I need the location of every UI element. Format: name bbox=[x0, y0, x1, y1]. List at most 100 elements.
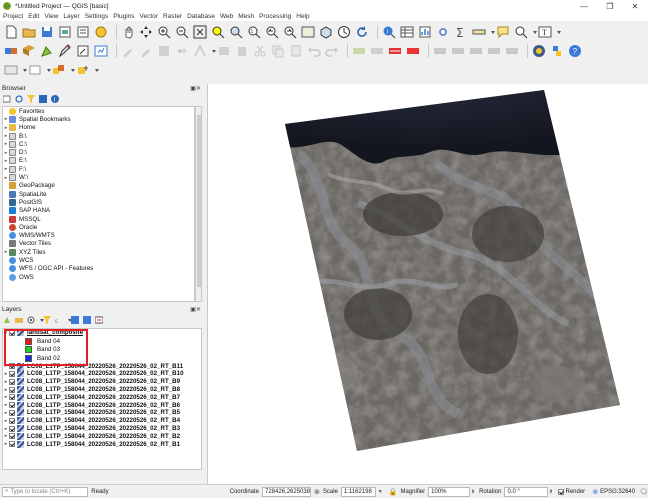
layer-name[interactable]: LC08_L1TP_158044_20220526_20220526_02_RT… bbox=[27, 425, 180, 432]
layer-visibility-checkbox[interactable] bbox=[9, 409, 15, 416]
new-print-layout-icon[interactable] bbox=[58, 25, 72, 39]
python-console-icon[interactable] bbox=[532, 44, 546, 58]
browser-item[interactable]: GeoPackage bbox=[3, 182, 194, 190]
browser-item[interactable]: WFS / OGC API - Features bbox=[3, 265, 194, 273]
browser-item[interactable]: ▸ D:\ bbox=[3, 148, 194, 157]
layer-row[interactable]: ▸ LC08_L1TP_158044_20220526_20220526_02_R… bbox=[3, 393, 201, 401]
browser-item[interactable]: ▸ F:\ bbox=[3, 165, 194, 173]
copy-features-icon[interactable] bbox=[271, 44, 285, 58]
render-checkbox[interactable] bbox=[558, 488, 564, 495]
layer-row[interactable]: ▸ LC08_L1TP_158044_20220526_20220526_02_R… bbox=[3, 409, 201, 417]
layer-name[interactable]: LC08_L1TP_158044_20220526_20220526_02_RT… bbox=[27, 378, 180, 385]
browser-item[interactable]: ▸ W:\ bbox=[3, 173, 194, 182]
open-project-icon[interactable] bbox=[22, 25, 36, 39]
extents-toggle-icon[interactable]: ⊗ bbox=[314, 488, 320, 496]
current-edits-icon[interactable] bbox=[121, 44, 135, 58]
layer-name[interactable]: LC08_L1TP_158044_20220526_20220526_02_RT… bbox=[27, 402, 180, 409]
browser-item[interactable]: WCS bbox=[3, 256, 194, 264]
browser-item[interactable]: WMS/WMTS bbox=[3, 231, 194, 240]
pan-map-icon[interactable] bbox=[121, 25, 135, 39]
layer-visibility-checkbox[interactable] bbox=[9, 441, 15, 448]
map-tips-icon[interactable] bbox=[496, 25, 510, 39]
menu-database[interactable]: Database bbox=[187, 13, 215, 20]
browser-properties-icon[interactable]: i bbox=[51, 95, 59, 103]
layer-name[interactable]: LC08_L1TP_158044_20220526_20220526_02_RT… bbox=[27, 433, 180, 440]
deselect-features-icon[interactable] bbox=[76, 63, 90, 77]
new-map-view-icon[interactable] bbox=[301, 25, 315, 39]
change-label-icon[interactable] bbox=[469, 44, 483, 58]
select-by-value-icon[interactable] bbox=[52, 63, 66, 77]
minimize-button[interactable]: — bbox=[571, 0, 597, 12]
temporal-controller-icon[interactable] bbox=[337, 25, 351, 39]
layer-name[interactable]: LC08_L1TP_158044_20220526_20220526_02_RT… bbox=[27, 441, 180, 448]
layer-name[interactable]: LC08_L1TP_158044_20220526_20220526_02_RT… bbox=[27, 394, 180, 401]
magnifier-spin-arrows-icon[interactable]: ⬍ bbox=[471, 489, 475, 495]
browser-item[interactable]: ▸ E:\ bbox=[3, 157, 194, 165]
select-features-icon[interactable] bbox=[28, 63, 42, 77]
menu-project[interactable]: Project bbox=[3, 13, 23, 20]
label-pin-icon[interactable] bbox=[370, 44, 384, 58]
layer-row[interactable]: ▸ LC08_L1TP_158044_20220526_20220526_02_R… bbox=[3, 417, 201, 425]
layer-name[interactable]: LC08_L1TP_158044_20220526_20220526_02_RT… bbox=[27, 386, 180, 393]
layer-row[interactable]: ▸ LC08_L1TP_158044_20220526_20220526_02_R… bbox=[3, 432, 201, 440]
menu-edit[interactable]: Edit bbox=[28, 13, 39, 20]
save-edits-icon[interactable] bbox=[157, 44, 171, 58]
show-bookmarks-icon[interactable] bbox=[514, 25, 528, 39]
zoom-out-icon[interactable] bbox=[175, 25, 189, 39]
layer-visibility-checkbox[interactable] bbox=[9, 417, 15, 424]
move-label-icon[interactable] bbox=[433, 44, 447, 58]
open-layer-styling-icon[interactable] bbox=[3, 316, 11, 324]
map-canvas[interactable] bbox=[207, 84, 648, 484]
layer-visibility-checkbox[interactable] bbox=[9, 433, 15, 440]
panel-float-close-buttons[interactable]: ▣✕ bbox=[190, 306, 201, 313]
maximize-button[interactable]: ❐ bbox=[597, 0, 623, 12]
paste-features-icon[interactable] bbox=[289, 44, 303, 58]
layer-visibility-checkbox[interactable] bbox=[9, 378, 15, 385]
layer-row[interactable]: ▸ LC08_L1TP_158044_20220526_20220526_02_R… bbox=[3, 401, 201, 409]
layout-manager-icon[interactable] bbox=[76, 25, 90, 39]
rotate-label-icon[interactable] bbox=[451, 44, 465, 58]
pan-to-selection-icon[interactable] bbox=[139, 25, 153, 39]
menu-processing[interactable]: Processing bbox=[259, 13, 291, 20]
toggle-editing-icon[interactable] bbox=[76, 44, 90, 58]
rotation-spin-arrows-icon[interactable]: ⬍ bbox=[549, 489, 553, 495]
label-toolbar-icon[interactable] bbox=[352, 44, 366, 58]
layer-visibility-checkbox[interactable] bbox=[9, 402, 15, 409]
modify-attributes-icon[interactable] bbox=[217, 44, 231, 58]
layer-visibility-checkbox[interactable] bbox=[9, 425, 15, 432]
layer-row[interactable]: ▸ LC08_L1TP_158044_20220526_20220526_02_R… bbox=[3, 378, 201, 386]
layer-visibility-checkbox[interactable] bbox=[9, 386, 15, 393]
menu-vector[interactable]: Vector bbox=[140, 13, 158, 20]
browser-item[interactable]: SAP HANA bbox=[3, 207, 194, 215]
pin-labels-icon[interactable] bbox=[505, 44, 519, 58]
browser-item[interactable]: OWS bbox=[3, 273, 194, 281]
layer-visibility-checkbox[interactable] bbox=[9, 370, 15, 377]
layer-name[interactable]: LC08_L1TP_158044_20220526_20220526_02_RT… bbox=[27, 417, 180, 424]
crs-status[interactable]: EPSG:32640 bbox=[600, 489, 635, 495]
layer-labeling-icon[interactable] bbox=[388, 44, 402, 58]
close-button[interactable]: ✕ bbox=[622, 0, 648, 12]
digitize-icon[interactable] bbox=[58, 44, 72, 58]
browser-item[interactable]: ▸ C:\ bbox=[3, 140, 194, 148]
filter-by-expression-icon[interactable]: ε bbox=[55, 316, 63, 324]
zoom-next-icon[interactable] bbox=[283, 25, 297, 39]
redo-icon[interactable] bbox=[325, 44, 339, 58]
expand-all-icon[interactable] bbox=[71, 316, 79, 324]
layer-row[interactable]: ▸ LC08_L1TP_158044_20220526_20220526_02_R… bbox=[3, 370, 201, 378]
data-source-manager-icon[interactable] bbox=[4, 44, 18, 58]
toolbox-icon[interactable] bbox=[436, 25, 450, 39]
menu-raster[interactable]: Raster bbox=[163, 13, 182, 20]
crs-globe-icon[interactable]: ⊕ bbox=[592, 488, 598, 496]
add-group-icon[interactable] bbox=[15, 316, 23, 324]
new-project-icon[interactable] bbox=[4, 25, 18, 39]
messages-icon[interactable]: 🗨 bbox=[639, 488, 648, 496]
browser-scrollbar[interactable] bbox=[195, 106, 202, 302]
vertex-tool-icon[interactable] bbox=[193, 44, 207, 58]
layer-name[interactable]: LC08_L1TP_158044_20220526_20220526_02_RT… bbox=[27, 370, 184, 377]
zoom-last-icon[interactable] bbox=[265, 25, 279, 39]
menu-web[interactable]: Web bbox=[220, 13, 233, 20]
collapse-all-layers-icon[interactable] bbox=[83, 316, 91, 324]
layer-row[interactable]: ▸ LC08_L1TP_158044_20220526_20220526_02_R… bbox=[3, 440, 201, 448]
menu-plugins[interactable]: Plugins bbox=[113, 13, 134, 20]
save-project-icon[interactable] bbox=[40, 25, 54, 39]
